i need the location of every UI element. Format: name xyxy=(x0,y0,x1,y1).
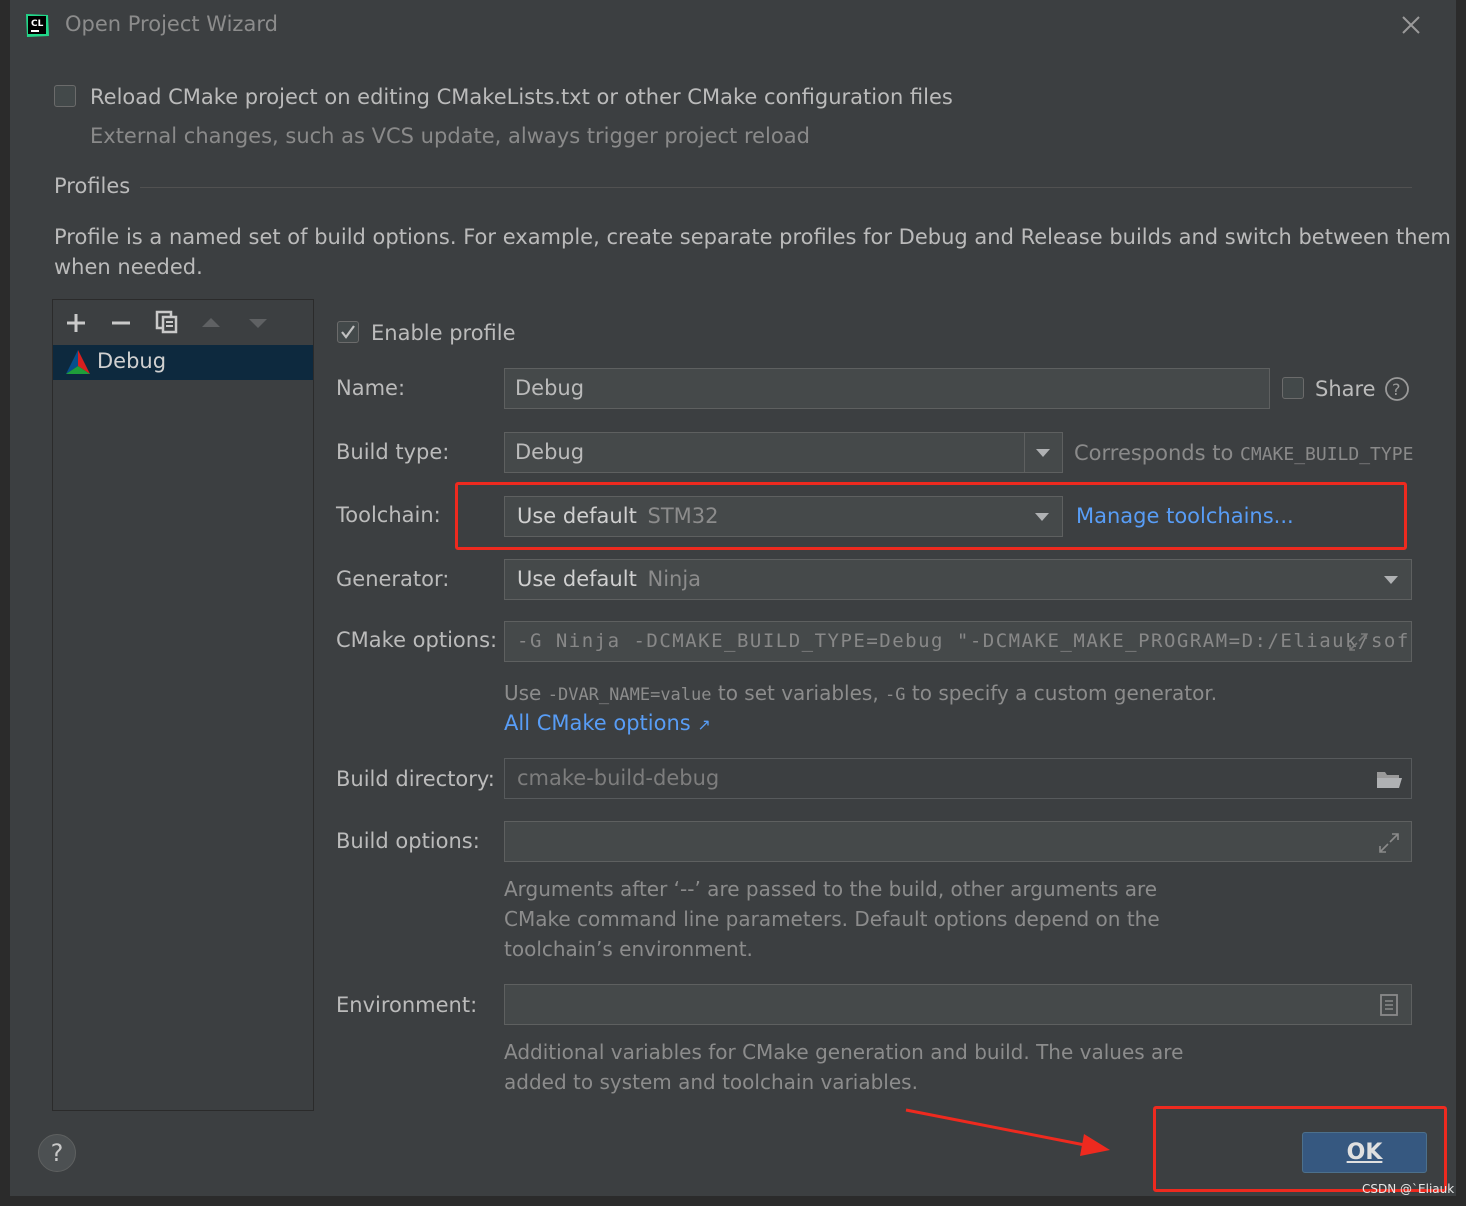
select-divider xyxy=(1024,433,1025,472)
external-link-icon: ↗ xyxy=(697,715,711,734)
profiles-list-panel: Debug xyxy=(52,299,314,1111)
generator-value-hint: Ninja xyxy=(647,567,702,591)
chevron-down-icon[interactable] xyxy=(1384,576,1398,584)
move-down-icon[interactable] xyxy=(248,315,268,329)
annotation-highlight-toolchain xyxy=(455,482,1407,550)
cmake-triangle-icon xyxy=(65,349,91,375)
edit-environment-icon[interactable] xyxy=(1379,993,1399,1017)
name-input[interactable]: Debug xyxy=(504,368,1270,409)
build-options-hint-line3: toolchain’s environment. xyxy=(504,937,753,961)
copy-icon[interactable] xyxy=(155,310,179,334)
generator-label: Generator: xyxy=(336,567,450,591)
open-project-wizard-dialog: CL Open Project Wizard Reload CMake proj… xyxy=(10,0,1456,1196)
help-button-label: ? xyxy=(50,1139,64,1167)
profile-item-label: Debug xyxy=(97,349,167,373)
generator-select[interactable]: Use default Ninja xyxy=(504,559,1412,600)
enable-profile-label: Enable profile xyxy=(371,321,516,345)
build-directory-label: Build directory: xyxy=(336,767,495,791)
close-icon[interactable] xyxy=(1400,14,1422,36)
profiles-section-title: Profiles xyxy=(54,174,131,198)
annotation-highlight-ok xyxy=(1153,1106,1447,1192)
build-type-note-code: CMAKE_BUILD_TYPE xyxy=(1240,444,1414,465)
profiles-description-line2: when needed. xyxy=(54,255,203,279)
help-circle-icon[interactable]: ? xyxy=(1384,376,1410,402)
toolchain-label: Toolchain: xyxy=(336,503,441,527)
window-title: Open Project Wizard xyxy=(65,12,278,36)
profiles-description-line1: Profile is a named set of build options.… xyxy=(54,225,1451,249)
build-options-hint-line2: CMake command line parameters. Default o… xyxy=(504,907,1160,931)
folder-icon[interactable] xyxy=(1375,768,1403,790)
build-type-label: Build type: xyxy=(336,440,450,464)
reload-cmake-label: Reload CMake project on editing CMakeLis… xyxy=(90,85,953,109)
share-label: Share xyxy=(1315,377,1376,401)
build-type-select[interactable]: Debug xyxy=(504,432,1063,473)
all-cmake-options-link[interactable]: All CMake options ↗ xyxy=(504,708,711,740)
generator-value: Use default xyxy=(517,567,637,591)
environment-label: Environment: xyxy=(336,993,478,1017)
enable-profile-checkbox[interactable] xyxy=(337,321,359,343)
build-options-hint-line1: Arguments after ‘--’ are passed to the b… xyxy=(504,877,1158,901)
move-up-icon[interactable] xyxy=(201,315,221,329)
profile-list-item[interactable]: Debug xyxy=(53,345,313,380)
environment-hint-line2: added to system and toolchain variables. xyxy=(504,1070,918,1094)
expand-icon[interactable] xyxy=(1348,632,1368,652)
cmake-options-hint: Use -DVAR_NAME=value to set variables, -… xyxy=(504,681,1218,705)
share-checkbox[interactable] xyxy=(1282,377,1304,399)
svg-text:?: ? xyxy=(1392,380,1401,399)
watermark: CSDN @`Eliauk xyxy=(1362,1182,1455,1196)
cmake-options-label: CMake options: xyxy=(336,628,498,652)
chevron-down-icon[interactable] xyxy=(1036,449,1050,457)
build-directory-input[interactable]: cmake-build-debug xyxy=(504,758,1412,799)
name-label: Name: xyxy=(336,376,406,400)
build-type-note: Corresponds to CMAKE_BUILD_TYPE xyxy=(1074,441,1414,465)
plus-icon[interactable] xyxy=(65,312,87,334)
minus-icon[interactable] xyxy=(110,312,132,334)
reload-cmake-hint: External changes, such as VCS update, al… xyxy=(90,124,810,148)
reload-cmake-checkbox[interactable] xyxy=(54,85,76,107)
app-logo-icon: CL xyxy=(24,12,50,38)
environment-input[interactable] xyxy=(504,984,1412,1025)
build-options-input[interactable] xyxy=(504,821,1412,862)
environment-hint-line1: Additional variables for CMake generatio… xyxy=(504,1040,1184,1064)
section-divider xyxy=(140,187,1412,188)
help-button[interactable]: ? xyxy=(38,1134,76,1172)
build-options-label: Build options: xyxy=(336,829,480,853)
svg-text:CL: CL xyxy=(31,19,44,29)
annotation-arrow-icon xyxy=(900,1104,1115,1160)
cmake-options-input[interactable]: -G Ninja -DCMAKE_BUILD_TYPE=Debug "-DCMA… xyxy=(504,621,1412,662)
expand-icon[interactable] xyxy=(1378,832,1400,854)
